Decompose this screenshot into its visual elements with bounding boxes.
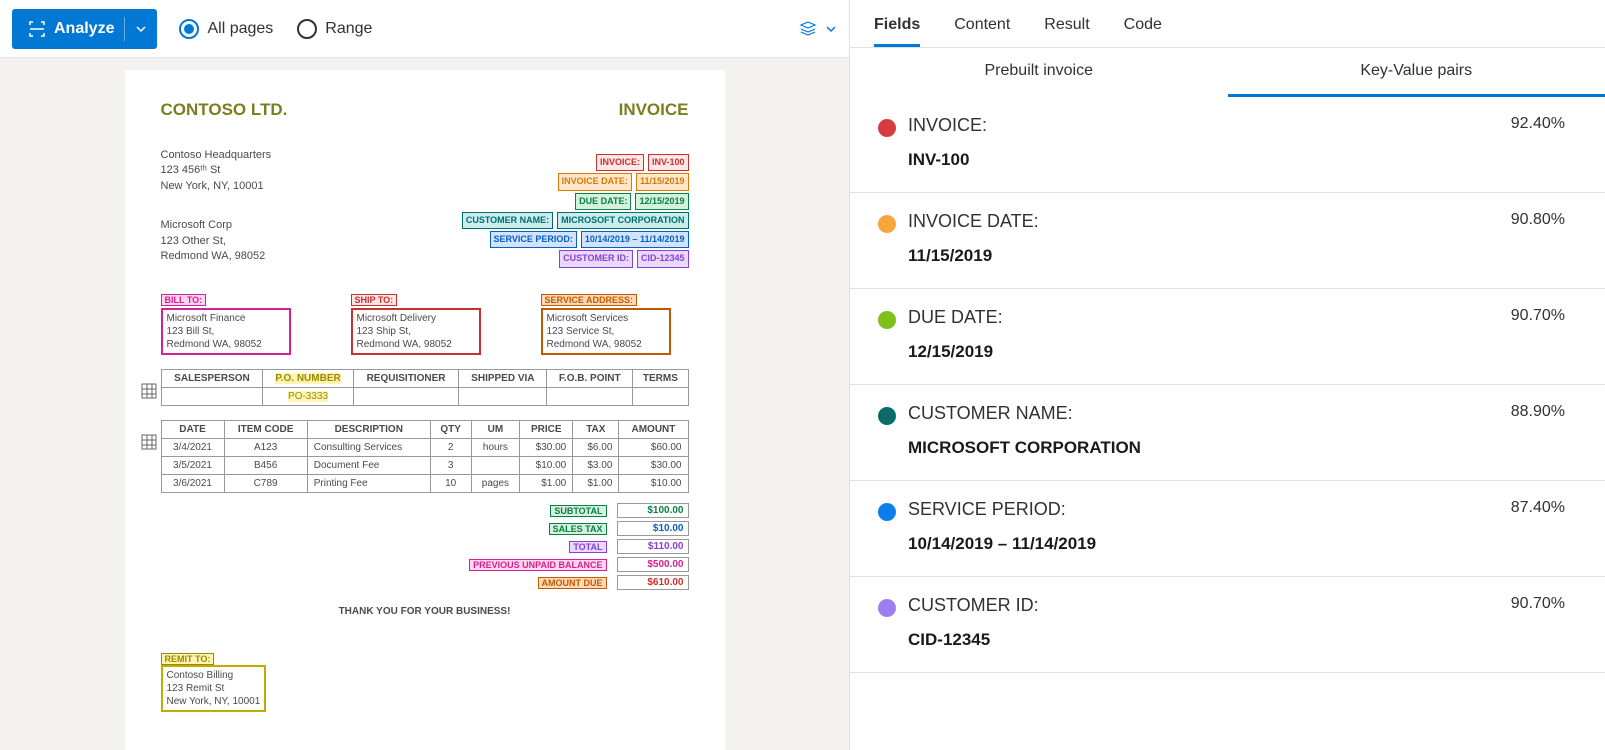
result-label: CUSTOMER NAME: — [908, 403, 1499, 424]
panel-tabs: Fields Content Result Code — [850, 0, 1605, 48]
toolbar: Analyze All pages Range — [0, 0, 849, 58]
result-color-dot — [878, 503, 896, 521]
analyze-button[interactable]: Analyze — [12, 9, 157, 49]
subtab-kvp[interactable]: Key-Value pairs — [1228, 48, 1605, 97]
table-icon — [141, 434, 157, 450]
result-color-dot — [878, 215, 896, 233]
layers-icon — [799, 20, 817, 38]
remit-to: REMIT TO: Contoso Billing123 Remit StNew… — [161, 653, 267, 712]
radio-all-pages-label: All pages — [207, 20, 273, 38]
invoice-heading: INVOICE — [619, 100, 689, 120]
result-value: 12/15/2019 — [908, 342, 1499, 362]
tab-content[interactable]: Content — [954, 10, 1010, 47]
header-fields: INVOICE:INV-100 INVOICE DATE:11/15/2019 … — [458, 154, 689, 270]
result-value: INV-100 — [908, 150, 1499, 170]
result-label: INVOICE: — [908, 115, 1499, 136]
result-row[interactable]: DUE DATE: 12/15/2019 90.70% — [850, 289, 1605, 385]
radio-all-pages[interactable]: All pages — [179, 19, 273, 39]
result-confidence: 92.40% — [1511, 115, 1565, 133]
radio-range[interactable]: Range — [297, 19, 372, 39]
page-selector: All pages Range — [179, 19, 372, 39]
result-value: 11/15/2019 — [908, 246, 1499, 266]
results-list[interactable]: INVOICE: INV-100 92.40% INVOICE DATE: 11… — [850, 97, 1605, 750]
result-value: MICROSOFT CORPORATION — [908, 438, 1499, 458]
order-table: SALESPERSON P.O. NUMBER REQUISITIONERSHI… — [161, 369, 689, 406]
result-label: DUE DATE: — [908, 307, 1499, 328]
ship-to: SHIP TO: Microsoft Delivery123 Ship St,R… — [351, 294, 481, 355]
result-label: SERVICE PERIOD: — [908, 499, 1499, 520]
company-name: CONTOSO LTD. — [161, 100, 689, 120]
result-confidence: 90.80% — [1511, 211, 1565, 229]
tab-fields[interactable]: Fields — [874, 10, 920, 47]
items-table: DATEITEM CODEDESCRIPTIONQTYUMPRICETAXAMO… — [161, 420, 689, 493]
service-address: SERVICE ADDRESS: Microsoft Services123 S… — [541, 294, 671, 355]
result-row[interactable]: INVOICE: INV-100 92.40% — [850, 97, 1605, 193]
result-row[interactable]: SERVICE PERIOD: 10/14/2019 – 11/14/2019 … — [850, 481, 1605, 577]
result-row[interactable]: CUSTOMER NAME: MICROSOFT CORPORATION 88.… — [850, 385, 1605, 481]
subtab-prebuilt[interactable]: Prebuilt invoice — [850, 48, 1228, 97]
chevron-down-icon — [825, 23, 837, 35]
result-color-dot — [878, 407, 896, 425]
tab-result[interactable]: Result — [1044, 10, 1089, 47]
result-color-dot — [878, 311, 896, 329]
result-color-dot — [878, 599, 896, 617]
bill-to: BILL TO: Microsoft Finance123 Bill St,Re… — [161, 294, 291, 355]
panel-subtabs: Prebuilt invoice Key-Value pairs — [850, 48, 1605, 97]
result-value: 10/14/2019 – 11/14/2019 — [908, 534, 1499, 554]
thank-you: THANK YOU FOR YOUR BUSINESS! — [161, 606, 689, 617]
scan-icon — [28, 20, 46, 38]
result-label: CUSTOMER ID: — [908, 595, 1499, 616]
result-value: CID-12345 — [908, 630, 1499, 650]
tab-code[interactable]: Code — [1124, 10, 1162, 47]
layers-button[interactable] — [799, 20, 837, 38]
result-row[interactable]: CUSTOMER ID: CID-12345 90.70% — [850, 577, 1605, 673]
result-confidence: 88.90% — [1511, 403, 1565, 421]
result-confidence: 90.70% — [1511, 307, 1565, 325]
result-label: INVOICE DATE: — [908, 211, 1499, 232]
totals: SUBTOTAL$100.00 SALES TAX$10.00 TOTAL$11… — [459, 503, 689, 590]
analyze-label: Analyze — [54, 20, 114, 38]
radio-range-label: Range — [325, 20, 372, 38]
result-color-dot — [878, 119, 896, 137]
chevron-down-icon — [135, 23, 147, 35]
document-viewer[interactable]: CONTOSO LTD. INVOICE Contoso Headquarter… — [0, 58, 849, 750]
result-confidence: 87.40% — [1511, 499, 1565, 517]
result-confidence: 90.70% — [1511, 595, 1565, 613]
table-icon — [141, 383, 157, 399]
document-page: CONTOSO LTD. INVOICE Contoso Headquarter… — [125, 70, 725, 750]
result-row[interactable]: INVOICE DATE: 11/15/2019 90.80% — [850, 193, 1605, 289]
